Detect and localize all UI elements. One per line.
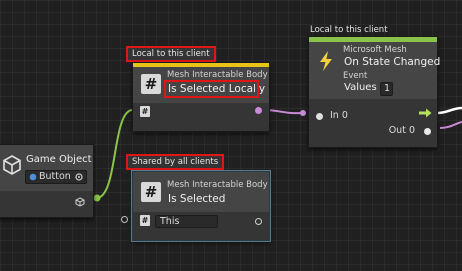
- event-node-title: On State Changed: [344, 56, 441, 68]
- event-node-line1: Microsoft Mesh: [343, 45, 407, 55]
- values-label: Values: [344, 82, 377, 93]
- values-count: 1: [384, 83, 391, 94]
- wire-joint: [93, 194, 101, 202]
- interactable-body-local-body: #: [133, 103, 269, 131]
- event-node-header: Microsoft Mesh On State Changed Event Va…: [309, 42, 441, 99]
- hash-icon: #: [141, 74, 161, 94]
- object-reference-icon: [29, 173, 37, 181]
- input-port-shared[interactable]: [121, 216, 128, 223]
- caption-local-to-client: Local to this client: [126, 46, 216, 62]
- hash-small-icon: #: [140, 215, 150, 226]
- interactable-body-local-header: # Mesh Interactable Body Is Selected Loc…: [133, 67, 269, 103]
- values-count-field[interactable]: 1: [380, 82, 393, 96]
- event-node-line3: Event: [343, 71, 368, 81]
- output-port[interactable]: [255, 107, 262, 114]
- highlight-box: [164, 80, 259, 98]
- target-input-value: This: [160, 216, 180, 227]
- interactable-body-shared-node[interactable]: # Mesh Interactable Body Is Selected # T…: [132, 171, 270, 241]
- wire-flow-out[interactable]: [436, 106, 462, 115]
- caption-shared-by-all: Shared by all clients: [126, 154, 225, 170]
- cube-icon: [3, 155, 21, 175]
- hash-icon: #: [141, 182, 161, 202]
- interactable-body-shared-header: # Mesh Interactable Body Is Selected: [133, 172, 269, 212]
- flow-arrow-icon[interactable]: [419, 108, 432, 118]
- in0-label: In 0: [330, 110, 348, 121]
- interactable-body-local-node[interactable]: # Mesh Interactable Body Is Selected Loc…: [132, 62, 270, 132]
- lightning-bolt-icon: [320, 51, 332, 71]
- event-node-body: In 0 Out 0: [309, 99, 437, 147]
- node-subtitle: Mesh Interactable Body: [167, 70, 268, 80]
- game-object-node-body: [0, 191, 93, 217]
- cube-small-icon: [75, 197, 85, 207]
- game-object-node-title: Game Object: [26, 154, 92, 165]
- caption-local-event: Local to this client: [310, 25, 388, 35]
- output-port-out0[interactable]: [424, 128, 431, 135]
- wire-data-out[interactable]: [439, 121, 462, 129]
- node-subtitle: Mesh Interactable Body: [167, 180, 268, 190]
- out0-label: Out 0: [388, 125, 415, 136]
- input-port-in0[interactable]: [316, 113, 323, 120]
- game-object-field-value: Button: [39, 171, 71, 182]
- game-object-node-header: Game Object Button: [0, 145, 93, 191]
- node-title: Is Selected: [168, 193, 226, 205]
- target-input-field[interactable]: This: [155, 215, 218, 228]
- interactable-body-shared-body: # This: [133, 212, 269, 240]
- hash-small-icon: #: [140, 106, 150, 117]
- wire-joint: [300, 110, 306, 116]
- game-object-field[interactable]: Button: [25, 170, 87, 184]
- game-object-node[interactable]: Game Object Button: [0, 144, 94, 218]
- object-picker-icon[interactable]: [75, 173, 83, 181]
- output-port[interactable]: [255, 218, 262, 225]
- on-state-changed-event-node[interactable]: Microsoft Mesh On State Changed Event Va…: [308, 36, 441, 148]
